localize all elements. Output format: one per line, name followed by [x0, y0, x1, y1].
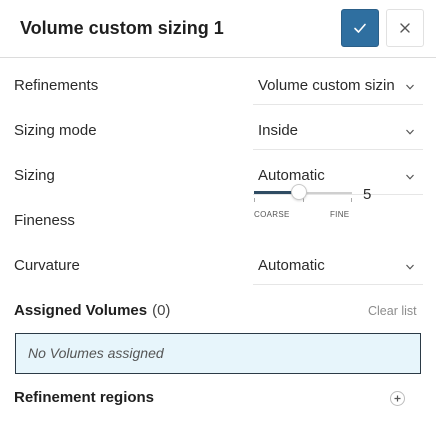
assigned-volumes-count: (0): [152, 302, 171, 319]
curvature-label: Curvature: [14, 257, 80, 274]
slider-tick: [351, 198, 352, 202]
refinements-label: Refinements: [14, 77, 99, 94]
chevron-down-icon: [406, 174, 414, 180]
slider-max-label: FINE: [330, 210, 350, 219]
check-icon: [354, 23, 366, 33]
fineness-slider[interactable]: COARSE FINE: [254, 181, 364, 221]
plus-icon: [394, 395, 401, 402]
assigned-volumes-heading: Assigned Volumes (0): [14, 302, 170, 319]
slider-thumb[interactable]: [291, 184, 307, 200]
empty-list-message: No Volumes assigned: [28, 345, 164, 361]
chevron-down-icon: [406, 264, 414, 270]
panel-title: Volume custom sizing 1: [20, 18, 224, 38]
assigned-volumes-label: Assigned Volumes: [14, 302, 148, 319]
refinements-dropdown[interactable]: Volume custom sizin: [253, 68, 423, 105]
sizing-mode-value: Inside: [258, 122, 299, 139]
close-icon: [400, 23, 410, 33]
refinements-value: Volume custom sizin: [258, 77, 395, 94]
close-button[interactable]: [386, 9, 424, 47]
chevron-down-icon: [406, 129, 414, 135]
slider-fill: [254, 191, 293, 194]
panel-header: Volume custom sizing 1: [0, 0, 436, 58]
sizing-mode-dropdown[interactable]: Inside: [253, 113, 423, 150]
slider-tick: [254, 198, 255, 202]
fineness-label: Fineness: [14, 212, 75, 229]
slider-min-label: COARSE: [254, 210, 290, 219]
chevron-down-icon: [406, 84, 414, 90]
assigned-volumes-list[interactable]: No Volumes assigned: [15, 333, 421, 374]
refinement-regions-heading: Refinement regions: [14, 389, 155, 406]
fineness-value: 5: [363, 186, 372, 203]
clear-list-link[interactable]: Clear list: [368, 304, 417, 318]
curvature-value: Automatic: [258, 257, 325, 274]
sizing-mode-label: Sizing mode: [14, 122, 97, 139]
sizing-label: Sizing: [14, 167, 55, 184]
add-region-button[interactable]: [390, 391, 405, 406]
confirm-button[interactable]: [341, 9, 379, 47]
curvature-dropdown[interactable]: Automatic: [253, 248, 423, 285]
